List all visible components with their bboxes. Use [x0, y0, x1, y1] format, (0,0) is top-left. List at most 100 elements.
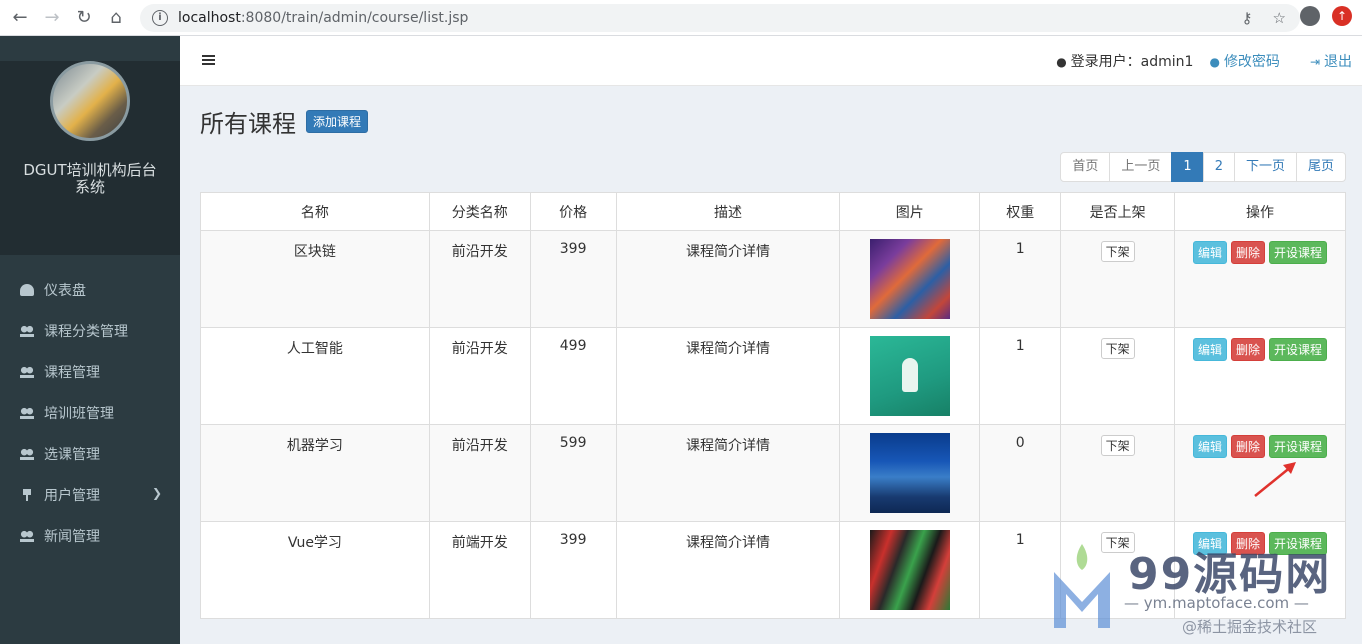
- column-header: 操作: [1174, 192, 1346, 231]
- course-weight: 1: [979, 521, 1062, 619]
- unpublish-button[interactable]: 下架: [1100, 532, 1135, 553]
- sidebar-item-users[interactable]: 用户管理 ❯: [0, 474, 180, 515]
- actions-cell: 编辑 删除 开设课程: [1174, 327, 1346, 425]
- status-cell: 下架: [1060, 424, 1176, 522]
- url-text[interactable]: localhost:8080/train/admin/course/list.j…: [178, 10, 468, 26]
- course-desc: 课程简介详情: [615, 230, 841, 328]
- update-icon[interactable]: ↑: [1332, 6, 1352, 26]
- open-course-button[interactable]: 开设课程: [1269, 241, 1328, 264]
- delete-button[interactable]: 删除: [1231, 241, 1266, 264]
- add-course-button[interactable]: 添加课程: [306, 110, 369, 133]
- info-icon[interactable]: i: [152, 10, 168, 26]
- star-icon[interactable]: ☆: [1273, 9, 1286, 27]
- table-row: 机器学习 前沿开发 599 课程简介详情 0 下架 编辑 删除 开设课程: [200, 424, 1346, 522]
- sidebar-item-label: 课程分类管理: [44, 323, 128, 340]
- table-row: Vue学习 前端开发 399 课程简介详情 1 下架 编辑 删除 开设课程: [200, 521, 1346, 619]
- status-cell: 下架: [1060, 327, 1176, 425]
- page-prev[interactable]: 上一页: [1109, 152, 1173, 182]
- course-category: 前沿开发: [428, 327, 531, 425]
- course-price: 599: [529, 424, 617, 522]
- delete-button[interactable]: 删除: [1231, 338, 1266, 361]
- course-desc: 课程简介详情: [615, 424, 841, 522]
- delete-button[interactable]: 删除: [1231, 435, 1266, 458]
- course-image-cell: [839, 424, 981, 522]
- page-1[interactable]: 1: [1171, 152, 1204, 182]
- sidebar-item-course-category[interactable]: 课程分类管理: [0, 310, 180, 351]
- course-name: 人工智能: [200, 327, 430, 425]
- forward-icon[interactable]: →: [40, 6, 64, 30]
- edit-button[interactable]: 编辑: [1193, 435, 1228, 458]
- actions-cell: 编辑 删除 开设课程: [1174, 521, 1346, 619]
- page-next[interactable]: 下一页: [1233, 152, 1297, 182]
- reload-icon[interactable]: ↻: [72, 6, 96, 30]
- logout-icon: ⇥: [1309, 55, 1320, 69]
- page-last[interactable]: 尾页: [1295, 152, 1346, 182]
- course-name: 机器学习: [200, 424, 430, 522]
- sidebar-item-enrollment[interactable]: 选课管理: [0, 433, 180, 474]
- course-image-cell: [839, 521, 981, 619]
- avatar: [50, 61, 130, 141]
- annotation-arrow-icon: [1254, 462, 1296, 497]
- open-course-button[interactable]: 开设课程: [1269, 532, 1328, 555]
- pagination: 首页 上一页 1 2 下一页 尾页: [1060, 152, 1346, 182]
- users-icon: [20, 324, 34, 337]
- sidebar-item-label: 用户管理: [44, 487, 100, 504]
- page-first[interactable]: 首页: [1060, 152, 1111, 182]
- course-weight: 1: [979, 327, 1062, 425]
- top-navbar: ● 登录用户：admin1 ● 修改密码 ⇥ 退出: [180, 36, 1362, 86]
- back-icon[interactable]: ←: [8, 6, 32, 30]
- profile-icon[interactable]: [1300, 6, 1320, 26]
- column-header: 是否上架: [1060, 192, 1176, 231]
- open-course-button[interactable]: 开设课程: [1269, 435, 1328, 458]
- android-icon: [901, 358, 918, 392]
- column-header: 名称: [200, 192, 430, 231]
- course-image: [869, 530, 950, 610]
- home-icon[interactable]: ⌂: [104, 6, 128, 30]
- watermark-sub: @稀土掘金技术社区: [1182, 618, 1318, 636]
- unpublish-button[interactable]: 下架: [1100, 435, 1135, 456]
- delete-button[interactable]: 删除: [1231, 532, 1266, 555]
- browser-toolbar: ← → ↻ ⌂ i localhost:8080/train/admin/cou…: [0, 0, 1362, 36]
- table-header-row: 名称 分类名称 价格 描述 图片 权重 是否上架 操作: [200, 192, 1346, 231]
- column-header: 图片: [839, 192, 981, 231]
- course-table: 名称 分类名称 价格 描述 图片 权重 是否上架 操作 区块链 前沿开发 399…: [200, 192, 1346, 619]
- unpublish-button[interactable]: 下架: [1100, 338, 1135, 359]
- sidebar-item-dashboard[interactable]: 仪表盘: [0, 269, 180, 310]
- sidebar-item-news[interactable]: 新闻管理: [0, 515, 180, 556]
- course-image: [869, 239, 950, 319]
- course-name: 区块链: [200, 230, 430, 328]
- open-course-button[interactable]: 开设课程: [1269, 338, 1328, 361]
- sidebar-item-course[interactable]: 课程管理: [0, 351, 180, 392]
- sidebar-item-class[interactable]: 培训班管理: [0, 392, 180, 433]
- key-icon[interactable]: ⚷: [1242, 9, 1253, 27]
- edit-button[interactable]: 编辑: [1193, 532, 1228, 555]
- table-row: 区块链 前沿开发 399 课程简介详情 1 下架 编辑 删除 开设课程: [200, 230, 1346, 328]
- sidebar-menu: 仪表盘 课程分类管理 课程管理 培训班管理 选课管理 用户管理 ❯ 新闻管理: [0, 269, 180, 556]
- course-image-cell: [839, 230, 981, 328]
- column-header: 描述: [615, 192, 841, 231]
- address-bar[interactable]: i localhost:8080/train/admin/course/list…: [140, 4, 1300, 32]
- pin-icon: [23, 488, 31, 501]
- chevron-right-icon: ❯: [151, 486, 162, 500]
- edit-button[interactable]: 编辑: [1193, 338, 1228, 361]
- users-icon: [20, 447, 34, 460]
- column-header: 价格: [529, 192, 617, 231]
- site-title: DGUT培训机构后台系统: [23, 161, 157, 196]
- change-password-link[interactable]: ● 修改密码: [1209, 51, 1279, 71]
- unpublish-button[interactable]: 下架: [1100, 241, 1135, 262]
- edit-button[interactable]: 编辑: [1193, 241, 1228, 264]
- logout-link[interactable]: ⇥ 退出: [1310, 51, 1352, 71]
- course-category: 前沿开发: [428, 424, 531, 522]
- page-2[interactable]: 2: [1202, 152, 1235, 182]
- course-name: Vue学习: [200, 521, 430, 619]
- page-title: 所有课程: [200, 110, 296, 138]
- sidebar-item-label: 课程管理: [44, 364, 100, 381]
- course-price: 399: [529, 521, 617, 619]
- menu-toggle-icon[interactable]: [202, 55, 215, 65]
- users-icon: [20, 529, 34, 542]
- user-icon: ●: [1209, 55, 1220, 69]
- actions-cell: 编辑 删除 开设课程: [1174, 230, 1346, 328]
- course-image: [869, 336, 950, 416]
- sidebar: DGUT培训机构后台系统 仪表盘 课程分类管理 课程管理 培训班管理 选课管理 …: [0, 36, 180, 644]
- course-price: 499: [529, 327, 617, 425]
